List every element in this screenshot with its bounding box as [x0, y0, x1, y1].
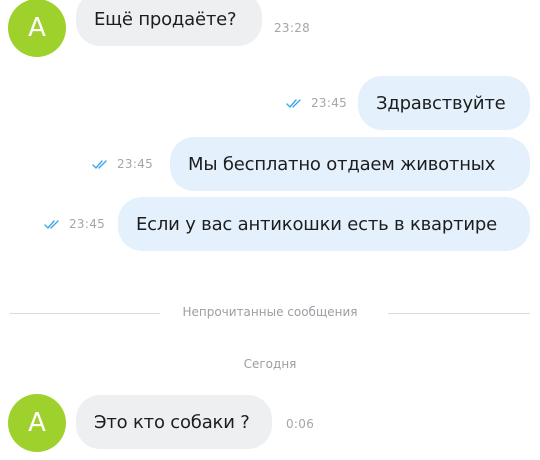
- avatar-letter: A: [28, 408, 46, 438]
- message-meta: 23:45: [44, 217, 105, 231]
- message-text: Ещё продаёте?: [94, 8, 237, 30]
- message-text: Это кто собаки ?: [94, 411, 250, 433]
- message-time: 23:45: [311, 96, 348, 110]
- outgoing-message-bubble[interactable]: Мы бесплатно отдаем животных: [170, 137, 530, 191]
- message-text: Если у вас антикошки есть в квартире: [136, 213, 497, 235]
- incoming-message-bubble[interactable]: Это кто собаки ?: [76, 395, 272, 449]
- double-check-icon: [286, 99, 301, 108]
- message-text: Здравствуйте: [376, 92, 506, 114]
- message-time: 23:45: [117, 157, 154, 171]
- message-meta: 23:45: [92, 157, 153, 171]
- avatar[interactable]: A: [8, 394, 66, 452]
- double-check-icon: [44, 220, 59, 229]
- divider-line: [388, 313, 530, 314]
- message-time: 23:45: [69, 217, 106, 231]
- double-check-icon: [92, 160, 107, 169]
- avatar[interactable]: A: [8, 0, 66, 57]
- unread-divider-label: Непрочитанные сообщения: [182, 305, 358, 319]
- message-time: 23:28: [274, 21, 311, 35]
- incoming-message-bubble[interactable]: Ещё продаёте?: [76, 0, 262, 46]
- date-label: Сегодня: [243, 357, 297, 371]
- unread-divider: Непрочитанные сообщения: [0, 305, 540, 321]
- message-time: 0:06: [286, 417, 315, 431]
- message-text: Мы бесплатно отдаем животных: [188, 153, 496, 175]
- avatar-letter: A: [28, 13, 46, 43]
- outgoing-message-bubble[interactable]: Здравствуйте: [358, 76, 530, 130]
- message-meta: 23:45: [286, 96, 347, 110]
- outgoing-message-bubble[interactable]: Если у вас антикошки есть в квартире: [118, 197, 530, 251]
